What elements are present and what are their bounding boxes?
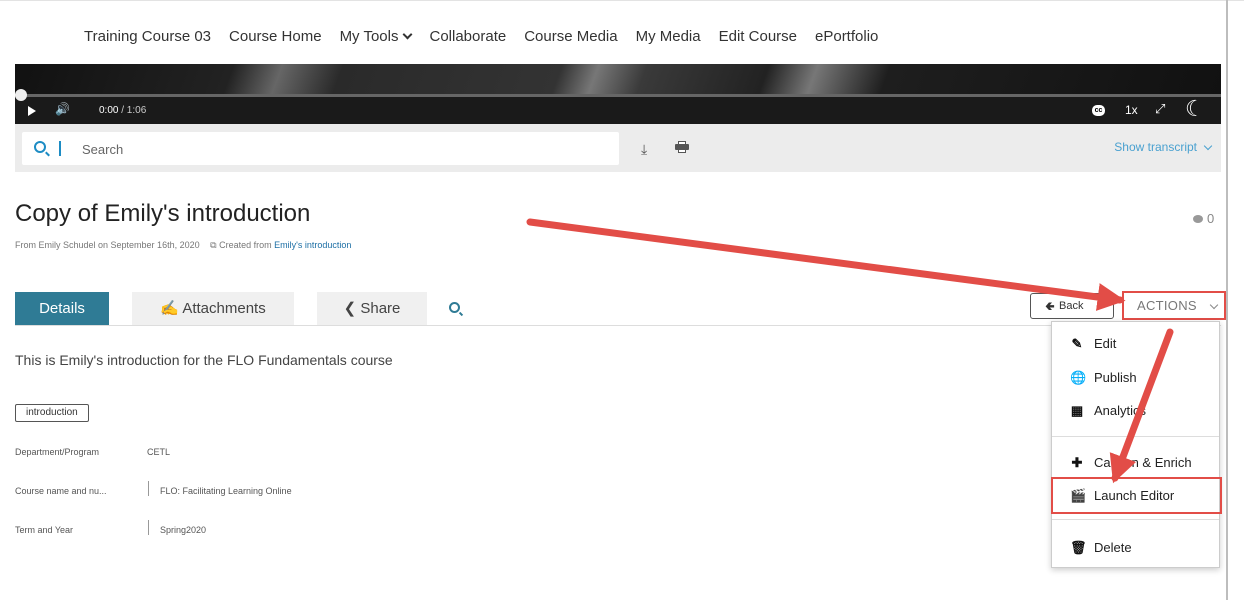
menu-item-delete-label: Delete xyxy=(1094,540,1132,555)
show-transcript-label: Show transcript xyxy=(1114,140,1197,154)
nav-item-my-tools-label: My Tools xyxy=(339,28,399,45)
property-label: Department/Program xyxy=(15,447,100,457)
tab-search-icon[interactable] xyxy=(449,302,460,313)
menu-item-edit[interactable]: ✎ Edit xyxy=(1052,332,1219,356)
menu-item-publish-label: Publish xyxy=(1094,370,1137,385)
nav-item-course-home[interactable]: Course Home xyxy=(229,28,322,45)
menu-item-edit-label: Edit xyxy=(1094,336,1117,351)
chevron-down-icon xyxy=(403,29,413,40)
search-icon xyxy=(34,141,46,153)
nav-item-collaborate[interactable]: Collaborate xyxy=(429,28,506,45)
time-display: 0:00 / 1:06 xyxy=(99,105,146,116)
player-controls: 🔊 0:00 / 1:06 cc 1x ⤢ ☾ xyxy=(15,96,1221,124)
video-player[interactable]: 🔊 0:00 / 1:06 cc 1x ⤢ ☾ xyxy=(15,64,1221,124)
nav-item-course[interactable]: Training Course 03 xyxy=(84,28,211,45)
menu-item-publish[interactable]: 🌐 Publish xyxy=(1052,366,1219,390)
nav-item-course-media[interactable]: Course Media xyxy=(524,28,617,45)
menu-item-caption-label: Caption & Enrich xyxy=(1094,455,1192,470)
tag-badge[interactable]: introduction xyxy=(15,404,89,422)
chevron-down-icon xyxy=(1209,300,1219,310)
meta-author-date: From Emily Schudel on September 16th, 20… xyxy=(15,240,200,250)
menu-divider xyxy=(1052,519,1219,520)
transcript-search-bar: ⤓ Show transcript xyxy=(15,124,1221,172)
media-meta: From Emily Schudel on September 16th, 20… xyxy=(15,240,351,251)
download-icon[interactable]: ⤓ xyxy=(641,141,647,158)
comment-icon xyxy=(1193,215,1203,223)
menu-item-delete[interactable]: 🗑 Delete xyxy=(1052,536,1219,560)
bar-chart-icon: ▦ xyxy=(1070,403,1084,418)
share-icon: ❮ xyxy=(343,300,357,317)
duration: / 1:06 xyxy=(121,105,147,116)
actions-button[interactable]: ACTIONS xyxy=(1122,291,1226,320)
volume-icon[interactable]: 🔊 xyxy=(55,102,70,116)
back-button[interactable]: 🢀 Back xyxy=(1030,293,1114,319)
chevron-down-icon xyxy=(1203,141,1213,151)
show-transcript-toggle[interactable]: Show transcript xyxy=(1114,140,1213,154)
current-time: 0:00 xyxy=(99,105,119,116)
property-value: FLO: Facilitating Learning Online xyxy=(160,486,292,496)
trash-icon: 🗑 xyxy=(1070,540,1087,555)
video-frame[interactable] xyxy=(15,64,1221,94)
playback-speed[interactable]: 1x xyxy=(1125,103,1138,117)
nav-item-my-media[interactable]: My Media xyxy=(636,28,701,45)
meta-created-from-label: Created from xyxy=(219,240,272,250)
menu-item-caption-enrich[interactable]: ✚ Caption & Enrich xyxy=(1052,451,1219,475)
nav-items: Training Course 03 Course Home My Tools … xyxy=(84,28,878,45)
property-label: Course name and nu... xyxy=(15,486,107,496)
tab-share[interactable]: ❮ Share xyxy=(317,292,427,326)
actions-button-label: ACTIONS xyxy=(1137,298,1197,313)
globe-icon: 🌐 xyxy=(1070,370,1087,385)
comment-count[interactable]: 0 xyxy=(1193,211,1214,226)
print-icon[interactable] xyxy=(675,141,689,153)
page-title: Copy of Emily's introduction xyxy=(15,200,311,227)
tab-attachments-label: Attachments xyxy=(182,300,266,317)
actions-menu: ✎ Edit 🌐 Publish ▦ Analytics ✚ Caption &… xyxy=(1051,321,1220,568)
nav-item-edit-course[interactable]: Edit Course xyxy=(719,28,797,45)
property-divider xyxy=(148,481,149,496)
paperclip-icon: ✍ xyxy=(160,300,179,317)
launch-editor-highlight xyxy=(1051,477,1222,514)
closed-captions-icon[interactable]: cc xyxy=(1092,105,1105,116)
search-separator xyxy=(59,141,61,156)
tab-details[interactable]: Details xyxy=(15,292,109,326)
annotation-arrow-to-actions xyxy=(526,218,1126,311)
property-value: Spring2020 xyxy=(160,525,207,535)
tab-divider xyxy=(15,325,1221,326)
pencil-icon: ✎ xyxy=(1071,336,1083,351)
menu-divider xyxy=(1052,436,1219,437)
copy-icon: ⧉ xyxy=(210,240,217,250)
created-from-link[interactable]: Emily's introduction xyxy=(274,240,351,250)
progress-bar[interactable] xyxy=(15,94,1221,97)
tab-attachments[interactable]: ✍ Attachments xyxy=(132,292,294,326)
nav-item-my-tools[interactable]: My Tools xyxy=(339,28,413,45)
search-input[interactable] xyxy=(82,140,602,158)
fullscreen-icon[interactable]: ⤢ xyxy=(1155,101,1165,117)
page-edge-divider xyxy=(1226,0,1228,600)
property-value: CETL xyxy=(147,447,171,457)
plus-icon: ✚ xyxy=(1071,455,1083,470)
comment-count-value: 0 xyxy=(1207,211,1215,226)
play-icon[interactable] xyxy=(28,106,36,116)
moon-icon: ☾ xyxy=(1185,96,1205,121)
top-navigation: Training Course 03 Course Home My Tools … xyxy=(0,0,1244,64)
nav-item-eportfolio[interactable]: ePortfolio xyxy=(815,28,878,45)
arrow-left-icon: 🢀 xyxy=(1045,299,1055,313)
back-button-label: Back xyxy=(1059,300,1084,312)
property-label: Term and Year xyxy=(15,525,74,535)
search-box[interactable] xyxy=(22,132,619,165)
property-divider xyxy=(148,520,149,535)
tab-share-label: Share xyxy=(360,300,401,317)
menu-item-analytics[interactable]: ▦ Analytics xyxy=(1052,399,1219,423)
media-description: This is Emily's introduction for the FLO… xyxy=(15,352,393,368)
menu-item-analytics-label: Analytics xyxy=(1094,403,1147,418)
